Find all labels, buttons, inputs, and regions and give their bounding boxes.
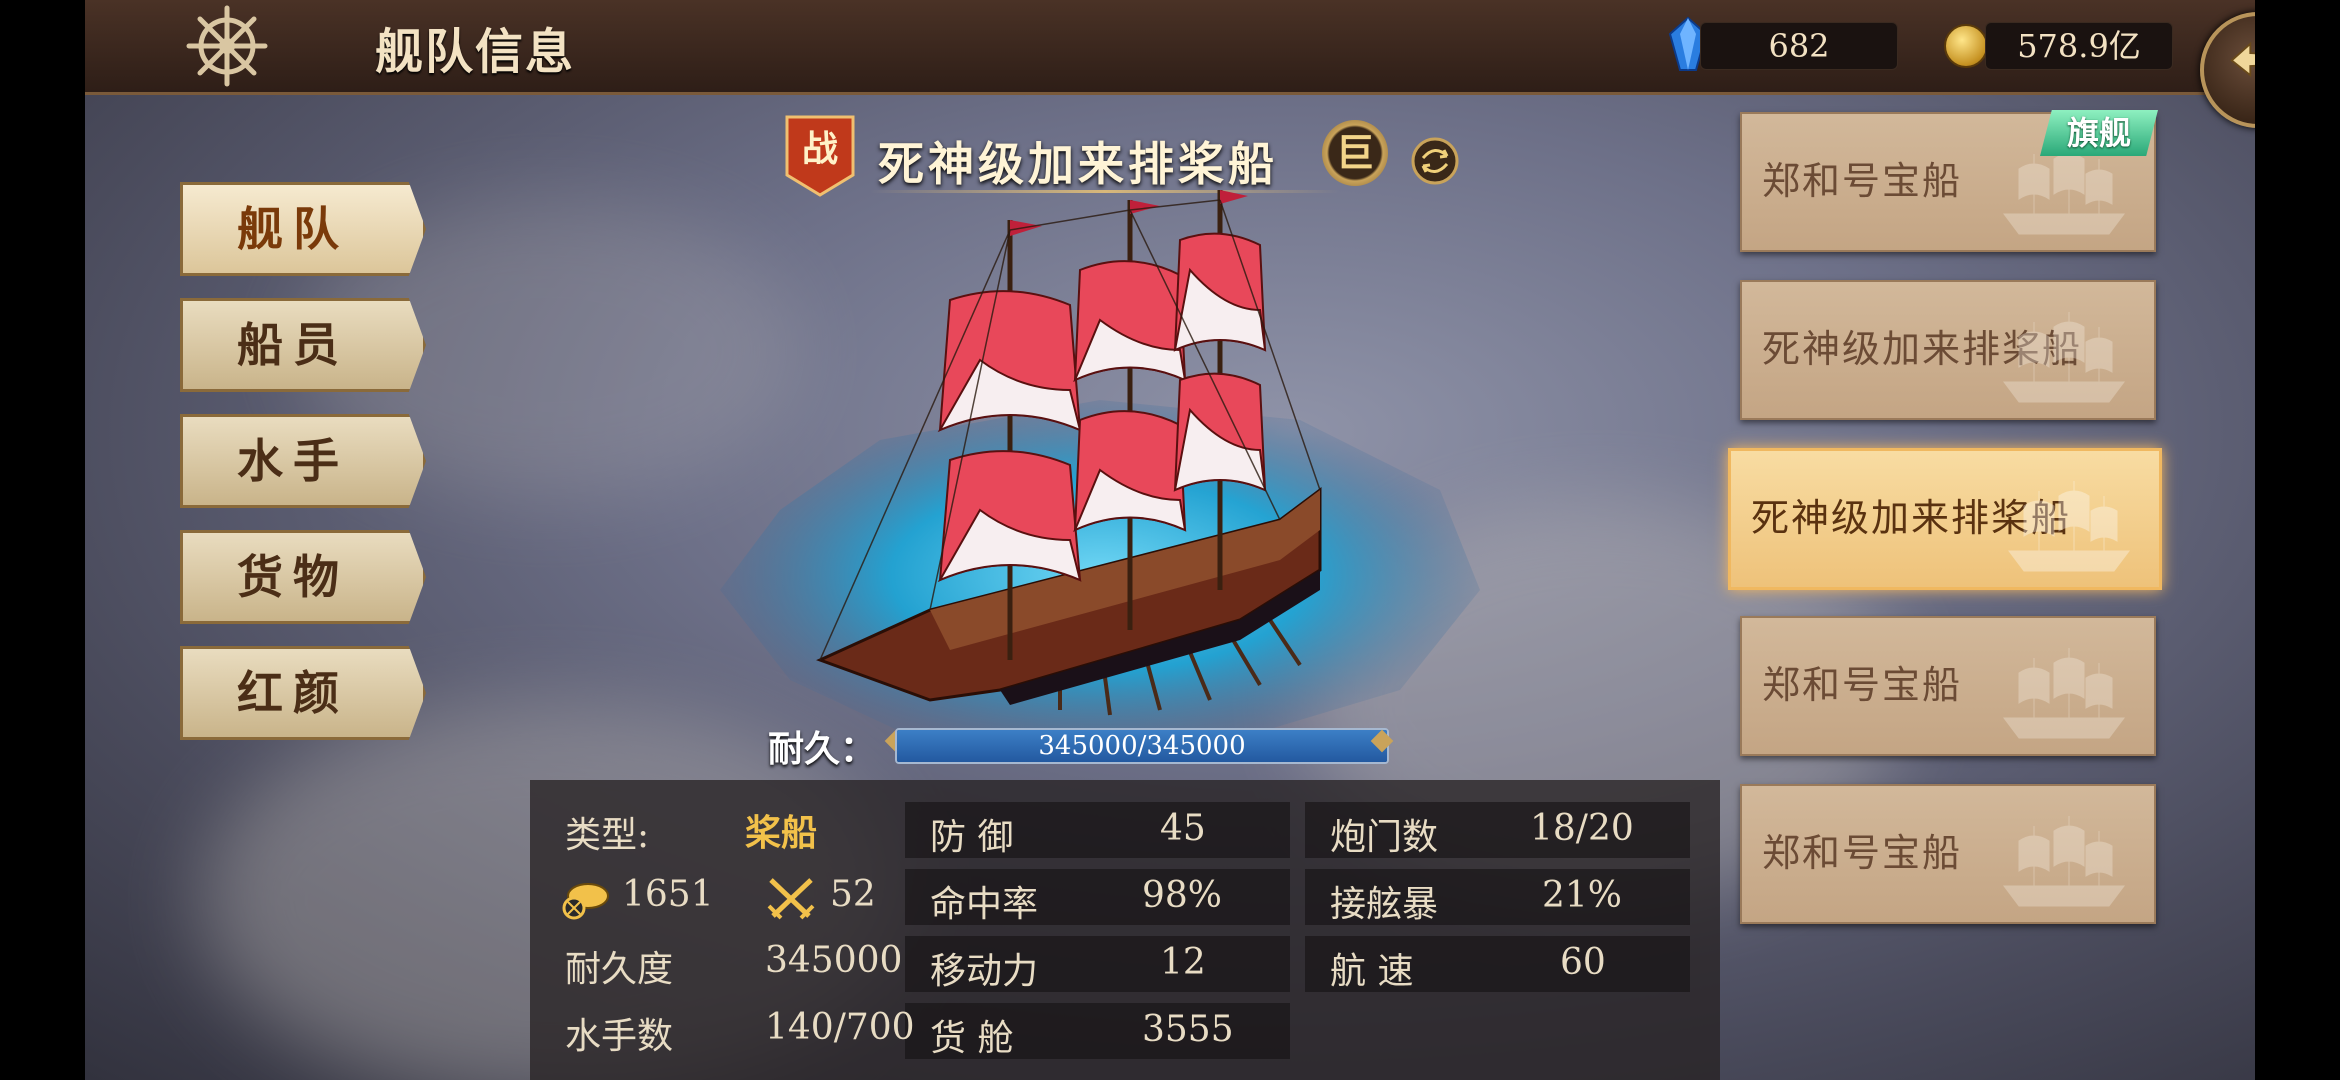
ship-illustration — [720, 190, 1480, 750]
ship-silhouette-icon — [2003, 816, 2125, 907]
game-screen: 舰队信息 682 578.9亿 舰队 船员 水手 货物 红颜 战 死神级加来排桨… — [0, 0, 2340, 1080]
type-value: 桨船 — [745, 812, 818, 854]
ship-name: 死神级加来排桨船 — [878, 137, 1278, 191]
sailors-value: 140/700 — [765, 1007, 915, 1048]
fleet-ship-name: 郑和号宝船 — [1762, 663, 1963, 707]
boarding-label: 接舷暴 — [1330, 884, 1439, 925]
gunports-value: 18/20 — [1530, 808, 1634, 849]
tab-sailors[interactable]: 水手 — [180, 414, 426, 508]
war-badge: 战 — [785, 115, 855, 197]
top-bar: 舰队信息 — [85, 0, 2255, 95]
crossed-swords-icon — [767, 878, 815, 920]
accuracy-label: 命中率 — [930, 884, 1039, 925]
defense-label: 防 御 — [930, 817, 1014, 858]
speed-value: 60 — [1560, 942, 1606, 983]
tab-cargo-label: 货物 — [237, 550, 349, 604]
durability-stat-label: 耐久度 — [565, 949, 674, 990]
stats-panel: 类型: 桨船 1651 52 耐久度 345000 水手数 140/700 防 … — [530, 780, 1720, 1080]
flagship-badge: 旗舰 — [2040, 110, 2158, 156]
defense-value: 45 — [1160, 808, 1206, 849]
boarding-value: 21% — [1542, 875, 1623, 916]
ship-silhouette-icon — [2003, 648, 2125, 739]
sailors-label: 水手数 — [565, 1016, 674, 1057]
letterbox-left — [0, 0, 85, 1080]
war-badge-text: 战 — [802, 128, 838, 170]
fleet-ship-name: 郑和号宝船 — [1762, 831, 1963, 875]
durability-text: 345000/345000 — [1038, 731, 1246, 761]
tab-crew[interactable]: 船员 — [180, 298, 426, 392]
fleet-ship-card[interactable]: 郑和号宝船 — [1740, 784, 2156, 924]
durability-label: 耐久： — [768, 728, 877, 770]
ship-silhouette-icon — [2008, 481, 2130, 572]
durability-bar: 345000/345000 — [895, 728, 1389, 764]
gunports-label: 炮门数 — [1330, 817, 1439, 858]
tab-crew-label: 船员 — [237, 318, 349, 372]
fleet-ship-name: 郑和号宝船 — [1762, 159, 1963, 203]
letterbox-right — [2255, 0, 2340, 1080]
page-title: 舰队信息 — [375, 24, 576, 80]
ship-size-badge: 巨 — [1322, 120, 1388, 186]
gem-count: 682 — [1700, 22, 1898, 70]
speed-label: 航 速 — [1330, 951, 1414, 992]
gold-coin-icon — [1944, 24, 1988, 68]
type-label: 类型: — [565, 815, 650, 856]
fleet-ship-card[interactable]: 郑和号宝船 — [1740, 616, 2156, 756]
tab-beauty-label: 红颜 — [237, 666, 349, 720]
tab-cargo[interactable]: 货物 — [180, 530, 426, 624]
ship-silhouette-icon — [2003, 312, 2125, 403]
switch-icon[interactable] — [1410, 136, 1460, 186]
ship-wheel-icon[interactable] — [185, 4, 269, 88]
tab-fleet[interactable]: 舰队 — [180, 182, 426, 276]
cargo-value: 3555 — [1142, 1009, 1234, 1050]
accuracy-value: 98% — [1142, 875, 1223, 916]
tab-beauty[interactable]: 红颜 — [180, 646, 426, 740]
cargo-label: 货 舱 — [930, 1018, 1014, 1059]
tab-fleet-label: 舰队 — [237, 202, 349, 256]
tab-sailors-label: 水手 — [237, 434, 349, 488]
cannon-icon — [562, 883, 609, 920]
mobility-value: 12 — [1160, 942, 1206, 983]
fleet-ship-card[interactable]: 死神级加来排桨船 — [1740, 280, 2156, 420]
durability-stat-value: 345000 — [765, 940, 903, 981]
gold-count: 578.9亿 — [1985, 22, 2173, 70]
melee-value: 52 — [830, 874, 876, 915]
mobility-label: 移动力 — [930, 951, 1039, 992]
fleet-ship-card-selected[interactable]: 死神级加来排桨船 — [1728, 448, 2162, 590]
cannon-value: 1651 — [622, 874, 714, 915]
